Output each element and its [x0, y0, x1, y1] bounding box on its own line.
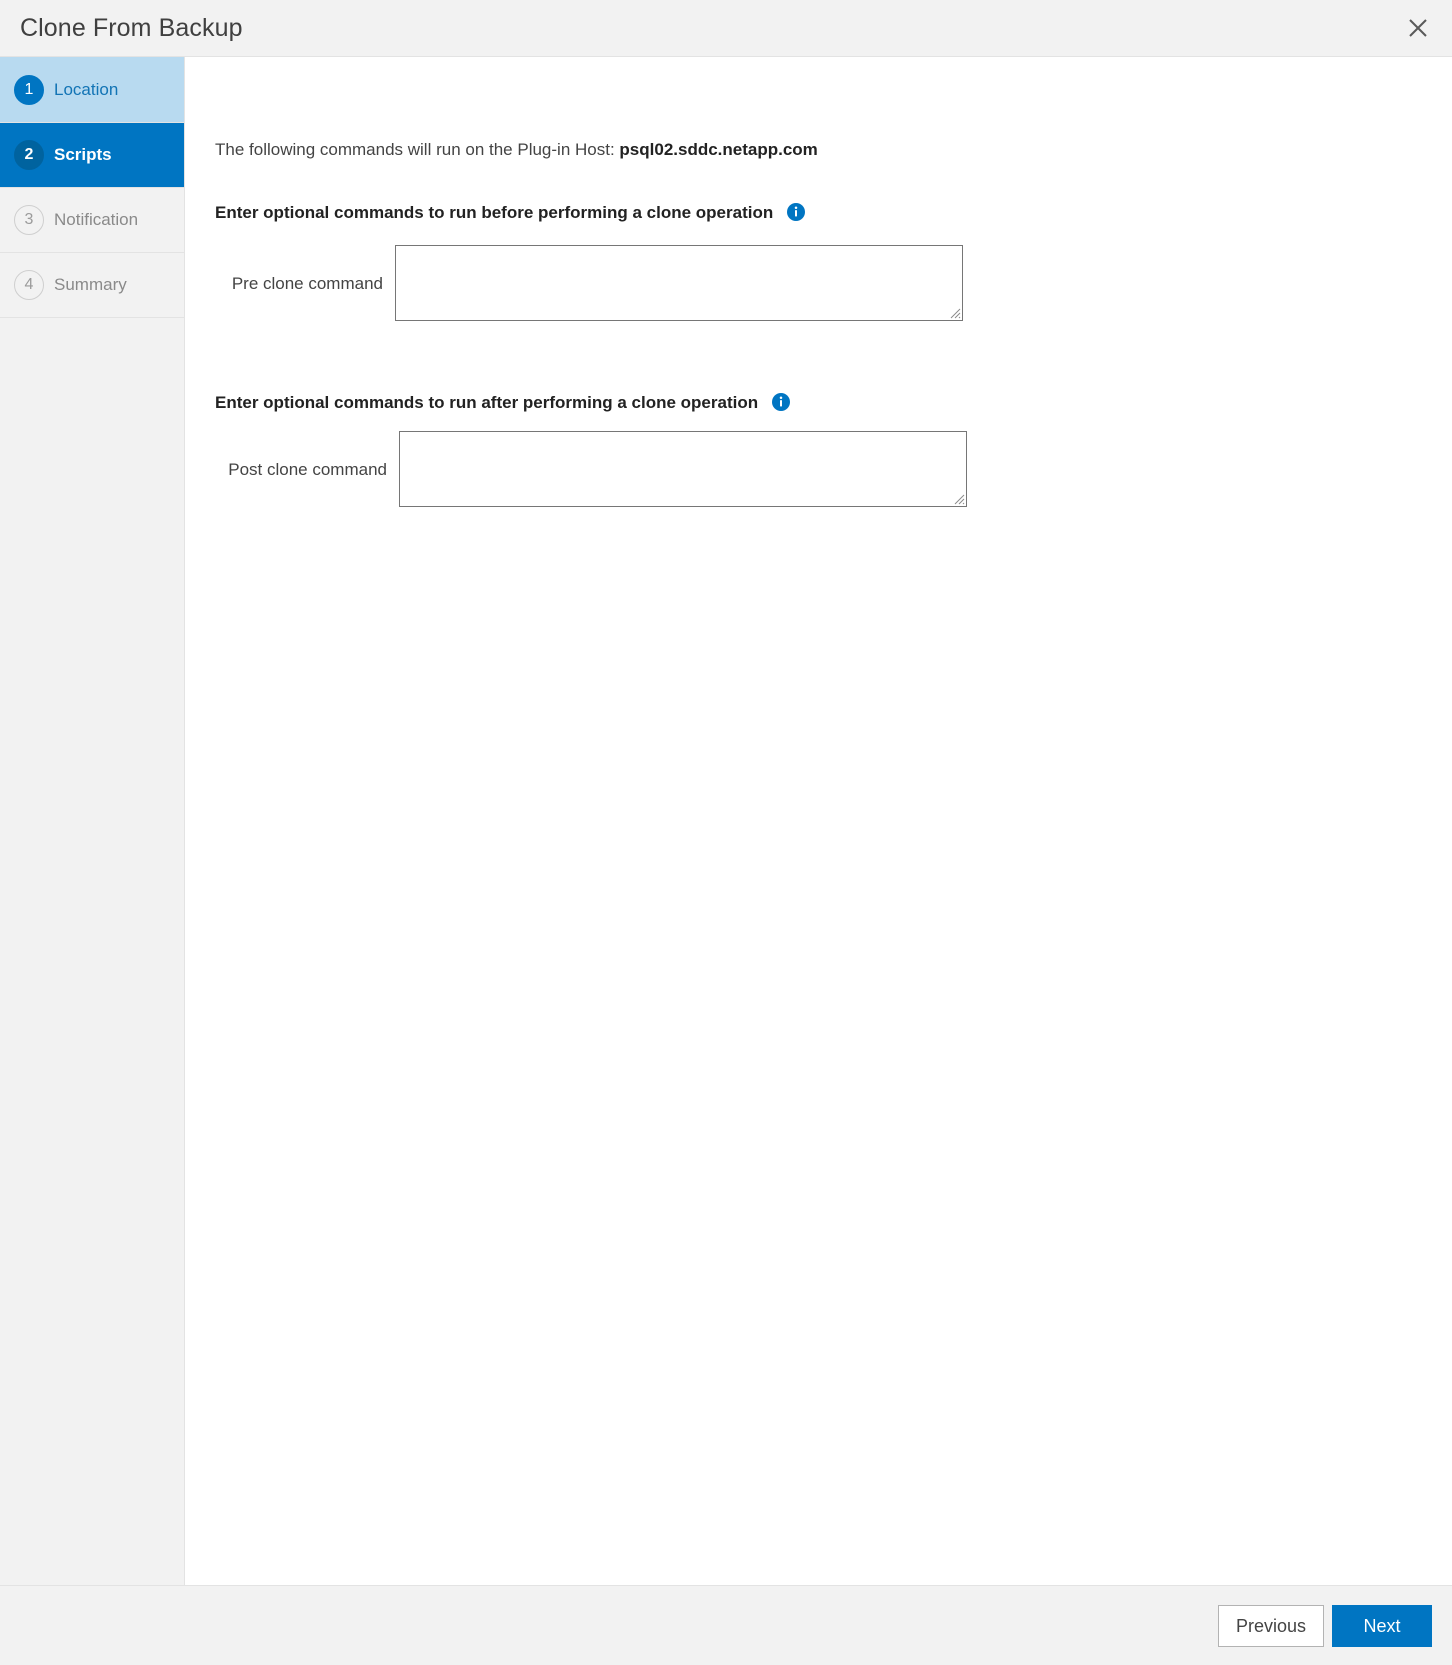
step-number-4: 4: [14, 269, 44, 300]
step-label-location: Location: [54, 80, 119, 99]
post-clone-heading-text: Enter optional commands to run after per…: [215, 392, 759, 412]
post-clone-command-label: Post clone command: [228, 459, 387, 479]
step-number-2: 2: [14, 139, 44, 170]
sidebar-filler: [0, 317, 184, 1585]
clone-from-backup-dialog: Clone From Backup 1 Location 2 Scripts 3…: [0, 0, 1452, 1665]
dialog-titlebar: Clone From Backup: [0, 0, 1452, 57]
pre-clone-heading-text: Enter optional commands to run before pe…: [215, 202, 774, 222]
step-number-1: 1: [14, 74, 44, 105]
pre-clone-command-label: Pre clone command: [231, 273, 383, 293]
pre-clone-command-input[interactable]: [396, 246, 962, 320]
pre-clone-command-box: [395, 245, 963, 321]
pre-clone-command-row: Pre clone command: [185, 245, 1452, 321]
step-number-3: 3: [14, 204, 44, 235]
step-label-notification: Notification: [54, 210, 139, 229]
plugin-host-message: The following commands will run on the P…: [185, 57, 1452, 158]
pre-clone-section-heading: Enter optional commands to run before pe…: [185, 203, 1452, 221]
previous-button[interactable]: Previous: [1218, 1604, 1324, 1647]
plugin-host-message-prefix: The following commands will run on the P…: [215, 140, 615, 159]
step-label-summary: Summary: [54, 275, 127, 294]
post-clone-section-heading: Enter optional commands to run after per…: [185, 393, 1452, 411]
wizard-steps-sidebar: 1 Location 2 Scripts 3 Notification 4 Su…: [0, 57, 185, 1585]
step-label-scripts: Scripts: [54, 145, 112, 164]
sidebar-item-scripts[interactable]: 2 Scripts: [0, 122, 184, 187]
next-button[interactable]: Next: [1332, 1604, 1432, 1647]
dialog-title: Clone From Backup: [20, 13, 243, 42]
scripts-step-content: The following commands will run on the P…: [185, 57, 1452, 1585]
dialog-body: 1 Location 2 Scripts 3 Notification 4 Su…: [0, 57, 1452, 1585]
sidebar-item-notification[interactable]: 3 Notification: [0, 187, 184, 252]
info-icon[interactable]: [772, 393, 791, 411]
post-clone-command-input[interactable]: [400, 432, 966, 506]
info-icon[interactable]: [787, 203, 806, 221]
sidebar-item-location[interactable]: 1 Location: [0, 57, 184, 122]
post-clone-command-box: [399, 431, 967, 507]
close-icon: [1407, 17, 1429, 39]
post-clone-command-row: Post clone command: [185, 431, 1452, 507]
close-button[interactable]: [1398, 8, 1438, 48]
plugin-host-name: psql02.sddc.netapp.com: [619, 140, 818, 159]
dialog-footer: Previous Next: [0, 1585, 1452, 1665]
sidebar-item-summary[interactable]: 4 Summary: [0, 252, 184, 317]
